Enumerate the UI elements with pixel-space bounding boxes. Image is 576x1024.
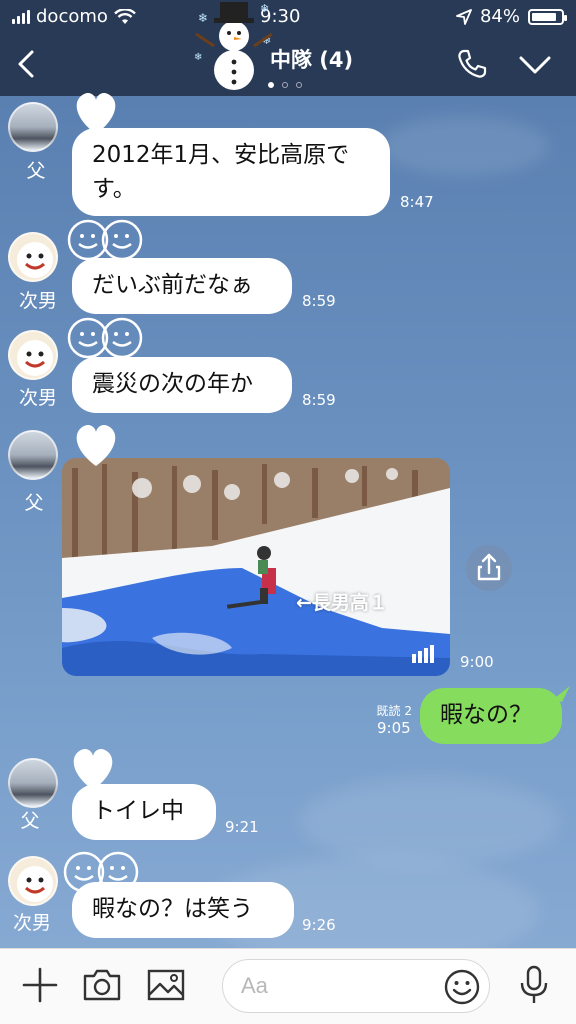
sender-name: 次男: [18, 387, 57, 409]
svg-text:❄: ❄: [260, 2, 269, 15]
mic-icon[interactable]: [512, 963, 556, 1007]
sender-name: 次男: [12, 912, 51, 934]
phone-icon[interactable]: [456, 48, 488, 80]
wifi-icon: [114, 8, 136, 24]
share-button[interactable]: [466, 545, 512, 591]
message-text: 暇なの？は笑う: [92, 896, 253, 922]
message-bubble[interactable]: 2012年1月、安比高原で す。: [72, 128, 390, 216]
chat-screen: docomo 9:30 84% 中隊 (4) ❄ ❄ ❄ ❄ 父 2012年1月…: [0, 0, 576, 1024]
input-bar: [0, 948, 576, 1024]
message-time: 8:59: [302, 292, 336, 310]
message-bubble[interactable]: 暇なの？は笑う: [72, 882, 294, 938]
message-bubble[interactable]: 震災の次の年か: [72, 357, 292, 413]
svg-text:❄: ❄: [194, 52, 202, 63]
sender-name: 父: [26, 160, 46, 182]
video-thumbnail: [62, 458, 450, 676]
camera-icon[interactable]: [80, 963, 124, 1007]
smiley-decoration: [67, 219, 143, 261]
image-icon[interactable]: [144, 963, 188, 1007]
chat-header: docomo 9:30 84% 中隊 (4) ❄ ❄ ❄ ❄: [0, 0, 576, 96]
message-text: だいぶ前だなぁ: [92, 272, 253, 298]
heart-decoration: [76, 424, 116, 466]
message-text: 震災の次の年か: [92, 371, 253, 397]
my-message-bubble[interactable]: 暇なの？: [420, 688, 562, 744]
avatar-second-son[interactable]: [8, 856, 58, 906]
message-time: 9:21: [225, 818, 259, 836]
message-text: 暇なの？: [440, 702, 532, 728]
message-text: す。: [92, 176, 136, 202]
svg-text:❄: ❄: [198, 11, 208, 25]
plus-icon[interactable]: [18, 963, 62, 1007]
avatar-father[interactable]: [8, 758, 58, 808]
message-time: 8:47: [400, 193, 434, 211]
emoji-icon[interactable]: [443, 968, 481, 1006]
chat-title[interactable]: 中隊 (4): [270, 44, 353, 74]
avatar-father[interactable]: [8, 102, 58, 152]
message-bubble[interactable]: トイレ中: [72, 784, 216, 840]
read-receipt: 既読 2: [376, 704, 412, 718]
carrier-label: docomo: [36, 6, 108, 27]
message-time: 8:59: [302, 391, 336, 409]
avatar-second-son[interactable]: [8, 232, 58, 282]
signal-icon: [12, 9, 30, 24]
avatar-father[interactable]: [8, 430, 58, 480]
share-icon: [477, 553, 501, 581]
sender-name: 次男: [18, 290, 57, 312]
sender-name: 父: [24, 492, 44, 514]
battery-percent: 84%: [479, 6, 520, 27]
message-text: トイレ中: [92, 798, 184, 824]
location-icon: [456, 8, 472, 25]
status-bar: docomo 9:30 84%: [0, 0, 576, 32]
message-time: 9:00: [460, 653, 494, 671]
nav-bar: 中隊 (4): [0, 32, 576, 96]
chevron-down-icon[interactable]: [518, 54, 552, 76]
bubble-tail: [552, 686, 570, 702]
message-bubble[interactable]: だいぶ前だなぁ: [72, 258, 292, 314]
sender-name: 父: [20, 810, 40, 832]
message-input[interactable]: [241, 970, 431, 1002]
back-chevron-icon[interactable]: [10, 44, 46, 84]
video-message[interactable]: ←長男高１: [62, 458, 450, 676]
message-time: 9:26: [302, 916, 336, 934]
battery-icon: [528, 8, 567, 25]
message-input-field[interactable]: [222, 959, 490, 1013]
video-caption: ←長男高１: [296, 592, 388, 614]
message-time: 9:05: [377, 719, 411, 737]
snowman-sticker: ❄ ❄ ❄ ❄: [194, 2, 273, 90]
smiley-decoration: [67, 317, 143, 359]
message-text: 2012年1月、安比高原で: [92, 142, 350, 168]
avatar-second-son[interactable]: [8, 330, 58, 380]
